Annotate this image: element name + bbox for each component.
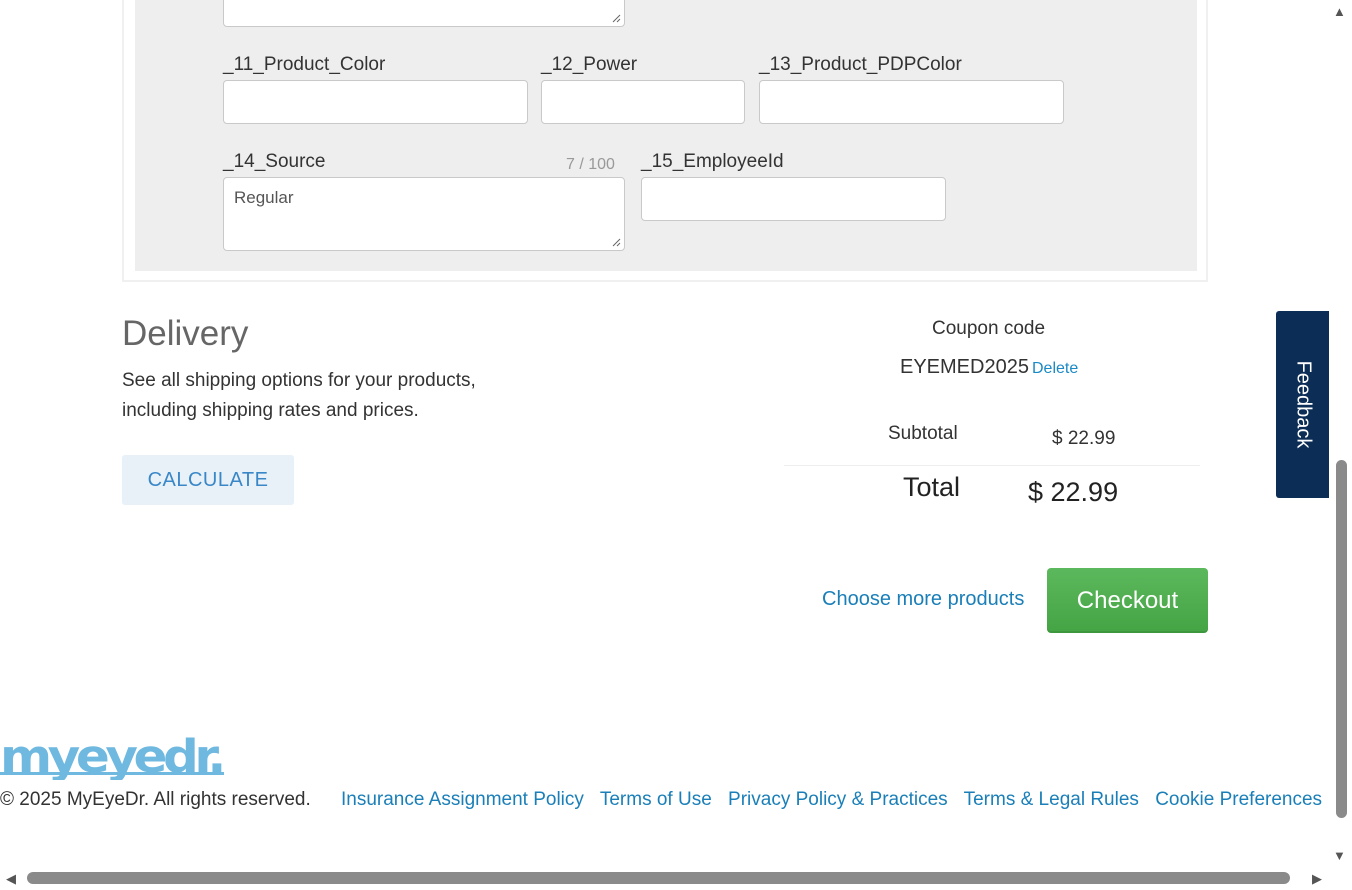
previous-textarea[interactable] [223, 0, 625, 27]
scroll-up-icon[interactable]: ▲ [1333, 5, 1346, 18]
product-pdpcolor-input[interactable] [759, 80, 1064, 124]
footer-links: Insurance Assignment Policy Terms of Use… [341, 789, 1333, 811]
scroll-left-icon[interactable]: ◀ [6, 872, 16, 885]
footer-link-legal-rules[interactable]: Terms & Legal Rules [964, 789, 1139, 810]
checkout-button[interactable]: Checkout [1047, 568, 1208, 633]
scroll-down-icon[interactable]: ▼ [1333, 849, 1346, 862]
power-input[interactable] [541, 80, 745, 124]
delivery-description: See all shipping options for your produc… [122, 370, 476, 421]
field-11-label: _11_Product_Color [223, 54, 386, 75]
field-12-label: _12_Power [541, 54, 638, 75]
product-color-input[interactable] [223, 80, 528, 124]
resize-handle-icon[interactable] [612, 14, 621, 23]
scroll-right-icon[interactable]: ▶ [1312, 872, 1322, 885]
total-value: $ 22.99 [1028, 477, 1119, 507]
copyright-text: © 2025 MyEyeDr. All rights reserved. [0, 789, 311, 810]
source-value: Regular [234, 188, 294, 207]
footer-link-terms-of-use[interactable]: Terms of Use [600, 789, 712, 810]
choose-more-products-link[interactable]: Choose more products [822, 588, 1024, 611]
custom-fields-panel: _11_Product_Color _12_Power _13_Product_… [122, 0, 1208, 282]
total-label: Total [903, 472, 961, 502]
employee-id-input[interactable] [641, 177, 946, 221]
field-13-label: _13_Product_PDPColor [759, 54, 962, 75]
footer-link-privacy[interactable]: Privacy Policy & Practices [728, 789, 948, 810]
vertical-scrollbar-thumb[interactable] [1336, 460, 1347, 818]
footer-link-cookie-preferences[interactable]: Cookie Preferences [1155, 789, 1322, 810]
horizontal-scrollbar-thumb[interactable] [27, 872, 1290, 884]
calculate-button[interactable]: CALCULATE [122, 455, 294, 505]
field-14-label: _14_Source [223, 151, 326, 172]
source-textarea[interactable]: Regular [223, 177, 625, 251]
char-counter: 7 / 100 [566, 156, 615, 173]
footer-link-insurance[interactable]: Insurance Assignment Policy [341, 789, 584, 810]
delivery-title: Delivery [122, 314, 249, 353]
coupon-code: EYEMED2025 [900, 356, 1029, 378]
feedback-label: Feedback [1292, 360, 1314, 449]
coupon-label: Coupon code [932, 318, 1046, 339]
field-15-label: _15_EmployeeId [641, 151, 784, 172]
subtotal-label: Subtotal [888, 423, 958, 444]
coupon-delete-link[interactable]: Delete [1032, 360, 1078, 378]
feedback-tab[interactable]: Feedback [1276, 311, 1329, 498]
summary-divider [784, 465, 1200, 466]
custom-fields-inner: _11_Product_Color _12_Power _13_Product_… [135, 0, 1197, 271]
subtotal-value: $ 22.99 [1052, 428, 1116, 449]
myeyedr-logo[interactable]: myeyedr. [0, 734, 224, 780]
resize-handle-icon[interactable] [612, 238, 621, 247]
